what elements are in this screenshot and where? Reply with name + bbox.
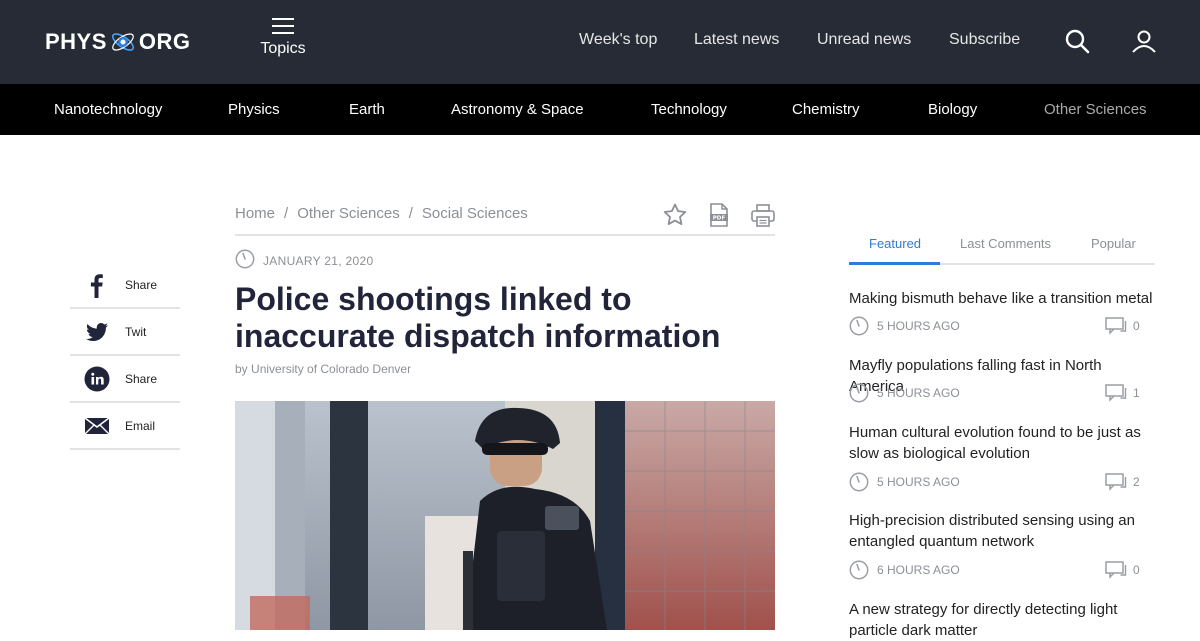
nav-subscribe[interactable]: Subscribe (949, 31, 1020, 49)
share-linkedin-button[interactable]: Share (70, 356, 180, 403)
breadcrumb-other-sciences[interactable]: Other Sciences (297, 205, 400, 222)
share-email-label: Email (125, 419, 156, 433)
tab-popular[interactable]: Popular (1091, 236, 1136, 251)
clock-icon (235, 249, 255, 274)
news-item[interactable]: Mayfly populations falling fast in North… (849, 355, 1159, 403)
svg-text:PDF: PDF (713, 216, 726, 222)
breadcrumb-separator: / (284, 205, 289, 222)
logo-text-right: ORG (138, 29, 191, 54)
news-item-title[interactable]: A new strategy for directly detecting li… (849, 599, 1159, 641)
category-nav: Nanotechnology Physics Earth Astronomy &… (0, 84, 1200, 135)
logo-text-left: PHYS (45, 29, 107, 54)
news-item-title[interactable]: Human cultural evolution found to be jus… (849, 422, 1159, 464)
clock-icon (849, 472, 869, 492)
category-earth[interactable]: Earth (349, 101, 385, 118)
pdf-icon[interactable]: PDF (706, 202, 732, 228)
comment-count: 2 (1133, 475, 1140, 489)
category-chemistry[interactable]: Chemistry (792, 101, 860, 118)
category-nanotechnology[interactable]: Nanotechnology (54, 101, 162, 118)
email-icon (84, 413, 110, 439)
sidebar-tabs: Featured Last Comments Popular (849, 228, 1155, 265)
active-tab-indicator (849, 262, 940, 265)
comment-count: 1 (1133, 386, 1140, 400)
news-item[interactable]: High-precision distributed sensing using… (849, 510, 1159, 580)
user-account-icon[interactable] (1130, 27, 1160, 57)
article-date: JANUARY 21, 2020 (235, 249, 374, 274)
news-item-time: 5 HOURS AGO (877, 475, 960, 489)
nav-weeks-top[interactable]: Week's top (579, 31, 657, 49)
article-date-text: JANUARY 21, 2020 (263, 254, 374, 268)
search-icon[interactable] (1063, 27, 1093, 57)
category-other-sciences[interactable]: Other Sciences (1044, 101, 1147, 118)
category-biology[interactable]: Biology (928, 101, 977, 118)
comment-count: 0 (1133, 563, 1140, 577)
article-hero-image (235, 401, 775, 630)
share-email-button[interactable]: Email (70, 403, 180, 450)
news-item-time: 6 HOURS AGO (877, 563, 960, 577)
category-technology[interactable]: Technology (651, 101, 727, 118)
news-item-time: 5 HOURS AGO (877, 386, 960, 400)
share-facebook-label: Share (125, 278, 158, 292)
breadcrumb-social-sciences[interactable]: Social Sciences (422, 205, 528, 222)
share-facebook-button[interactable]: Share (70, 262, 180, 309)
share-twitter-button[interactable]: Twit (70, 309, 180, 356)
byline-prefix: by (235, 362, 248, 376)
topics-menu-button[interactable]: Topics (258, 18, 308, 58)
byline-source-link[interactable]: University of Colorado Denver (251, 362, 411, 376)
comment-count: 0 (1133, 319, 1140, 333)
top-header: PHYS ORG Topics Week's top Latest news U… (0, 0, 1200, 84)
news-item-meta: 5 HOURS AGO 1 (849, 383, 1140, 403)
tab-featured[interactable]: Featured (869, 236, 921, 251)
breadcrumb: Home / Other Sciences / Social Sciences (235, 205, 528, 222)
breadcrumb-separator: / (408, 205, 413, 222)
news-item[interactable]: A new strategy for directly detecting li… (849, 599, 1159, 641)
clock-icon (849, 316, 869, 336)
atom-logo-icon (110, 29, 136, 55)
news-item-title[interactable]: High-precision distributed sensing using… (849, 510, 1159, 552)
bookmark-star-icon[interactable] (662, 202, 688, 228)
share-twitter-label: Twit (125, 325, 147, 339)
nav-latest-news[interactable]: Latest news (694, 31, 779, 49)
breadcrumb-divider (235, 234, 775, 236)
twitter-icon (84, 319, 110, 345)
comments-icon[interactable] (1105, 561, 1127, 579)
comments-icon[interactable] (1105, 317, 1127, 335)
nav-unread-news[interactable]: Unread news (817, 31, 911, 49)
article-title: Police shootings linked to inaccurate di… (235, 281, 721, 354)
clock-icon (849, 560, 869, 580)
news-item-title[interactable]: Making bismuth behave like a transition … (849, 288, 1159, 309)
category-astronomy-space[interactable]: Astronomy & Space (451, 101, 584, 118)
tab-last-comments[interactable]: Last Comments (960, 236, 1051, 251)
hamburger-icon (272, 18, 294, 34)
share-linkedin-label: Share (125, 372, 158, 386)
news-item[interactable]: Making bismuth behave like a transition … (849, 288, 1159, 336)
news-item-time: 5 HOURS AGO (877, 319, 960, 333)
article-byline: by University of Colorado Denver (235, 362, 411, 376)
topics-label: Topics (260, 40, 306, 57)
news-item-meta: 5 HOURS AGO 0 (849, 316, 1140, 336)
print-icon[interactable] (750, 202, 776, 228)
site-logo[interactable]: PHYS ORG (45, 21, 191, 63)
linkedin-icon (84, 366, 110, 392)
clock-icon (849, 383, 869, 403)
news-item-meta: 6 HOURS AGO 0 (849, 560, 1140, 580)
facebook-icon (84, 272, 110, 298)
comments-icon[interactable] (1105, 473, 1127, 491)
category-physics[interactable]: Physics (228, 101, 280, 118)
news-item[interactable]: Human cultural evolution found to be jus… (849, 422, 1159, 492)
news-item-meta: 5 HOURS AGO 2 (849, 472, 1140, 492)
breadcrumb-home[interactable]: Home (235, 205, 275, 222)
comments-icon[interactable] (1105, 384, 1127, 402)
